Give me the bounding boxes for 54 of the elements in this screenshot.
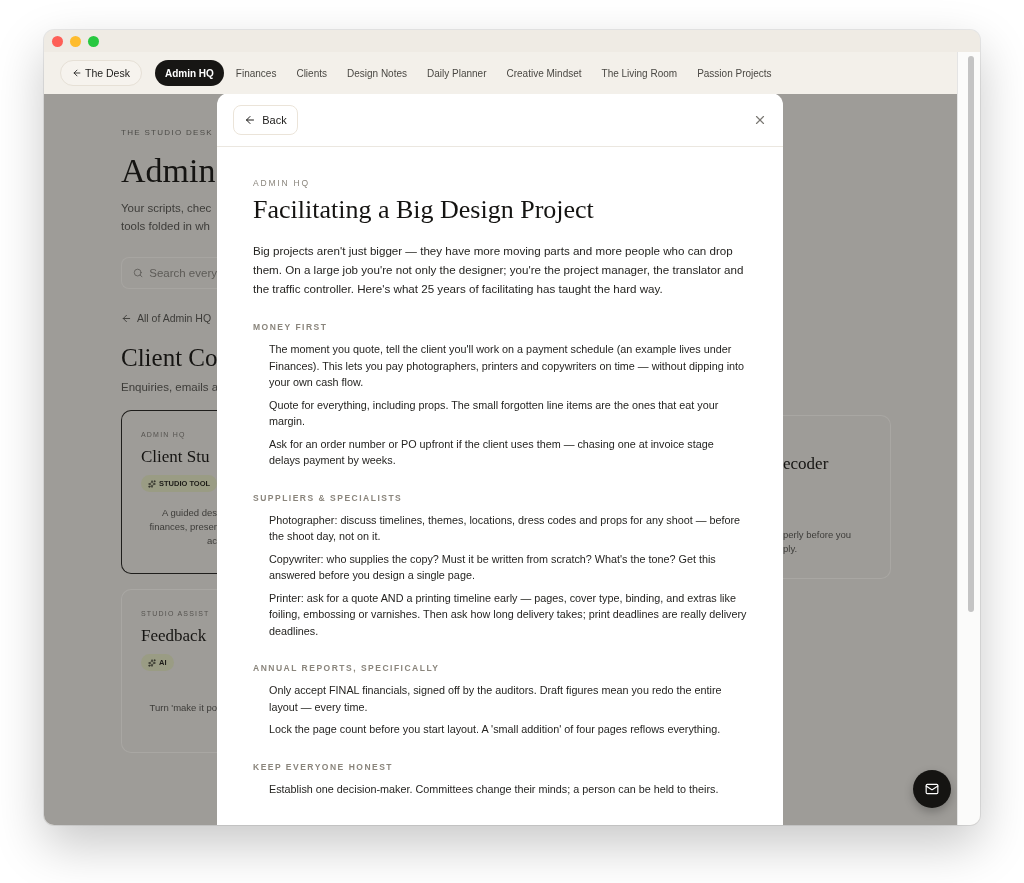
article-title: Facilitating a Big Design Project — [253, 195, 595, 225]
sparkle-icon — [148, 479, 156, 488]
desk-back-button[interactable]: The Desk — [60, 60, 142, 86]
sparkle-icon — [148, 658, 156, 667]
tip-paragraph: Only accept FINAL financials, signed off by the auditors. Draft figures mean you redo the entire layout — every time. — [269, 683, 723, 715]
arrow-left-icon — [244, 113, 257, 126]
mail-icon — [925, 782, 939, 796]
page-eyebrow: THE STUDIO DESK — [121, 128, 214, 137]
tip-paragraph: Lock the page count before you start layout. A 'small addition' of four pages reflows everything. — [269, 722, 722, 737]
nav-tab[interactable]: Passion Projects — [691, 60, 778, 86]
article-eyebrow: ADMIN HQ — [253, 178, 311, 188]
close-window-icon[interactable] — [52, 35, 63, 47]
section-heading: ANNUAL REPORTS, SPECIFICALLY — [253, 663, 441, 673]
tip-paragraph: Quote for everything, including props. The small forgotten line items are the ones that eat your margin. — [269, 397, 720, 429]
card-description: Turn 'make it po — [149, 701, 217, 715]
page-intro-line: Your scripts, chec — [121, 201, 213, 216]
page-title: Admin — [121, 151, 217, 191]
card-description: ac — [206, 534, 217, 548]
tip-paragraph: Copywriter: who supplies the copy? Must it be written from scratch? What's the tone? Get this answered before you design a single page. — [269, 551, 717, 583]
nav-tab[interactable]: Admin HQ — [154, 60, 224, 86]
scrollbar-thumb[interactable] — [968, 56, 974, 612]
back-button[interactable]: Back — [233, 104, 298, 135]
card-title: Feedback — [141, 626, 208, 646]
arrow-left-icon — [72, 68, 82, 78]
search-icon — [133, 267, 144, 279]
section-heading: SUPPLIERS & SPECIALISTS — [253, 492, 404, 503]
tip-paragraph: Ask for an order number or PO upfront if the client uses them — chasing one at invoice stage delays payment by weeks. — [269, 436, 715, 468]
back-link[interactable]: All of Admin HQ — [121, 312, 217, 324]
section-heading: KEEP EVERYONE HONEST — [253, 761, 395, 772]
arrow-left-icon — [121, 312, 132, 324]
section-heading: MONEY FIRST — [253, 322, 329, 332]
nav-tab[interactable]: Daily Planner — [421, 60, 493, 86]
zoom-window-icon[interactable] — [88, 35, 99, 47]
article-intro: Big projects aren't just bigger — they have more moving parts and more people who can drop them. On a large job you're not only the designer; you're the project manager, the translator and the traffic controller. Here's what 25 years of facilitating has taught the hard way. — [253, 243, 745, 297]
minimize-window-icon[interactable] — [70, 35, 81, 47]
card-title: Client Stu — [141, 447, 211, 467]
section-title: Client Co — [121, 344, 217, 372]
card-title: ecoder — [783, 454, 829, 474]
tip-paragraph: The moment you quote, tell the client you'll work on a payment schedule (an example lives under Finances). This lets you pay photographers, printers and copywriters on time — without dipping into your own cash flow. — [269, 342, 746, 390]
nav-tab[interactable]: Creative Mindset — [500, 60, 588, 86]
tip-paragraph: Photographer: discuss timelines, themes, locations, dress codes and props for any shoot — before the shoot day, not on it. — [269, 512, 742, 544]
nav-tab[interactable]: Design Notes — [341, 60, 413, 86]
card-description: finances, preser — [149, 520, 217, 534]
tip-paragraph: Printer: ask for a quote AND a printing timeline early — pages, cover type, binding, and extras like foiling, embossing or varnishes. Then ask how long delivery takes; print deadlines are really delivery deadlines. — [269, 590, 747, 639]
search-placeholder: Search every — [149, 267, 217, 279]
tip-paragraph: Establish one decision-maker. Committees change their minds; a person can be held to theirs. — [269, 781, 720, 797]
card-description: perly before you — [783, 528, 852, 542]
nav-tab[interactable]: Finances — [229, 60, 283, 86]
mail-button[interactable] — [913, 770, 951, 808]
card-description: ply. — [783, 542, 799, 556]
nav-tab[interactable]: The Living Room — [595, 60, 684, 86]
page-intro-line: tools folded in wh — [121, 219, 211, 234]
card-description: A guided des — [162, 506, 217, 520]
nav-tab[interactable]: Clients — [290, 60, 333, 86]
